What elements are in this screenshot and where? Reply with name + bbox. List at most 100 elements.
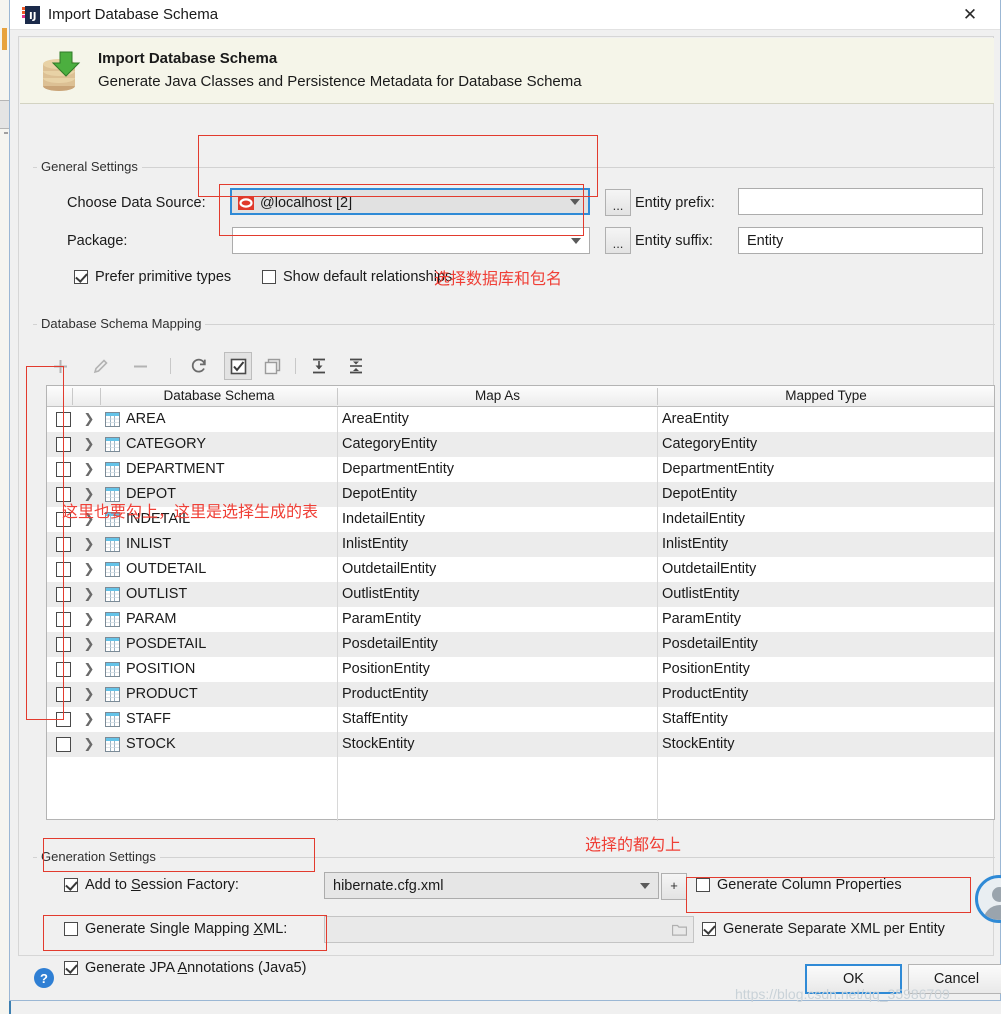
dialog-titlebar: IJ Import Database Schema ✕ (10, 0, 1000, 30)
row-mapped-type: InlistEntity (662, 536, 729, 552)
row-checkbox[interactable] (56, 562, 71, 577)
table-header-row: Database Schema Map As Mapped Type (47, 386, 994, 407)
column-header-map-as[interactable]: Map As (338, 386, 657, 406)
row-schema-name: CATEGORY (126, 436, 207, 452)
row-schema-name: INLIST (126, 536, 172, 552)
select-all-button[interactable] (224, 352, 252, 380)
general-settings-group-label: General Settings (37, 159, 142, 174)
collapse-all-button[interactable] (342, 352, 370, 380)
table-row[interactable]: ❯ STOCK StockEntity StockEntity (47, 732, 994, 757)
watermark: https://blog.csdn.net/qq_35986709 (735, 986, 950, 1002)
session-factory-file-combo[interactable]: hibernate.cfg.xml (324, 872, 659, 899)
folder-icon[interactable] (671, 923, 688, 940)
row-schema-name: OUTLIST (126, 586, 188, 602)
chevron-right-icon[interactable]: ❯ (81, 411, 97, 427)
row-checkbox[interactable] (56, 412, 71, 427)
data-source-browse-button[interactable]: ... (605, 189, 631, 216)
generation-settings-group-label: Generation Settings (37, 849, 160, 864)
row-checkbox[interactable] (56, 612, 71, 627)
refresh-button[interactable] (185, 352, 213, 380)
row-checkbox[interactable] (56, 462, 71, 477)
chevron-right-icon[interactable]: ❯ (81, 711, 97, 727)
table-row[interactable]: ❯ INLIST InlistEntity InlistEntity (47, 532, 994, 557)
chevron-right-icon[interactable]: ❯ (81, 536, 97, 552)
table-icon (105, 662, 120, 677)
svg-text:IJ: IJ (29, 11, 36, 22)
table-row[interactable]: ❯ OUTLIST OutlistEntity OutlistEntity (47, 582, 994, 607)
row-checkbox[interactable] (56, 712, 71, 727)
database-import-icon (40, 51, 84, 93)
table-row[interactable]: ❯ PRODUCT ProductEntity ProductEntity (47, 682, 994, 707)
deselect-all-button[interactable] (258, 352, 286, 380)
expand-all-button[interactable] (305, 352, 333, 380)
chevron-right-icon[interactable]: ❯ (81, 661, 97, 677)
package-browse-button[interactable]: ... (605, 227, 631, 254)
remove-button[interactable] (126, 352, 154, 380)
column-header-database-schema[interactable]: Database Schema (101, 386, 337, 406)
chevron-right-icon[interactable]: ❯ (81, 561, 97, 577)
general-settings-group-divider (33, 167, 995, 168)
avatar-head (992, 887, 1001, 902)
single-mapping-path-input[interactable] (324, 916, 694, 943)
close-icon[interactable]: ✕ (948, 0, 992, 30)
row-checkbox[interactable] (56, 637, 71, 652)
entity-suffix-input[interactable]: Entity (738, 227, 983, 254)
row-mapped-type: OutlistEntity (662, 586, 740, 602)
row-checkbox[interactable] (56, 587, 71, 602)
row-schema-name: STOCK (126, 736, 176, 752)
table-row[interactable]: ❯ AREA AreaEntity AreaEntity (47, 407, 994, 432)
row-map-as: IndetailEntity (342, 511, 426, 527)
row-checkbox[interactable] (56, 537, 71, 552)
row-schema-name: STAFF (126, 711, 171, 727)
prefer-primitive-types-checkbox[interactable]: Prefer primitive types (74, 269, 231, 285)
chevron-right-icon[interactable]: ❯ (81, 586, 97, 602)
row-checkbox[interactable] (56, 687, 71, 702)
row-map-as: AreaEntity (342, 411, 409, 427)
row-schema-name: DEPARTMENT (126, 461, 225, 477)
add-to-session-factory-checkbox[interactable]: Add to Session Factory: (64, 877, 239, 893)
row-map-as: PositionEntity (342, 661, 430, 677)
row-schema-name: PRODUCT (126, 686, 198, 702)
row-checkbox[interactable] (56, 662, 71, 677)
chevron-right-icon[interactable]: ❯ (81, 611, 97, 627)
table-row[interactable]: ❯ DEPARTMENT DepartmentEntity DepartmentEnt… (47, 457, 994, 482)
help-icon[interactable]: ? (34, 968, 54, 988)
table-icon (105, 637, 120, 652)
mapping-group-label: Database Schema Mapping (37, 316, 206, 331)
generate-single-mapping-xml-checkbox[interactable]: Generate Single Mapping XML: (64, 921, 287, 937)
row-map-as: ProductEntity (342, 686, 429, 702)
show-default-relationships-label: Show default relationships (283, 269, 453, 285)
generation-settings-group-divider (33, 857, 995, 858)
data-source-combo[interactable]: @localhost [2] (230, 188, 590, 215)
schema-mapping-table[interactable]: Database Schema Map As Mapped Type ❯ AREA… (46, 385, 995, 821)
chevron-right-icon[interactable]: ❯ (81, 686, 97, 702)
table-row[interactable]: ❯ PARAM ParamEntity ParamEntity (47, 607, 994, 632)
add-session-factory-button[interactable]: + (661, 873, 687, 900)
table-row[interactable]: ❯ OUTDETAIL OutdetailEntity OutdetailEntity (47, 557, 994, 582)
column-header-mapped-type[interactable]: Mapped Type (658, 386, 994, 406)
table-row[interactable]: ❯ STAFF StaffEntity StaffEntity (47, 707, 994, 732)
prefer-primitive-types-label: Prefer primitive types (95, 269, 232, 285)
chevron-right-icon[interactable]: ❯ (81, 461, 97, 477)
row-checkbox[interactable] (56, 737, 71, 752)
table-row[interactable]: ❯ POSDETAIL PosdetailEntity PosdetailEntity (47, 632, 994, 657)
chevron-right-icon[interactable]: ❯ (81, 636, 97, 652)
entity-prefix-input[interactable] (738, 188, 983, 215)
generate-separate-xml-checkbox[interactable]: Generate Separate XML per Entity (702, 921, 945, 937)
banner-title: Import Database Schema (98, 50, 278, 67)
chevron-right-icon[interactable]: ❯ (81, 736, 97, 752)
column-divider (72, 388, 73, 405)
row-schema-name: OUTDETAIL (126, 561, 207, 577)
show-default-relationships-checkbox[interactable]: Show default relationships (262, 269, 452, 285)
edit-button[interactable] (86, 352, 114, 380)
table-row[interactable]: ❯ POSITION PositionEntity PositionEntity (47, 657, 994, 682)
row-checkbox[interactable] (56, 437, 71, 452)
session-factory-file-value: hibernate.cfg.xml (333, 878, 444, 894)
package-combo[interactable] (232, 227, 590, 254)
annotation-choose-db-package: 选择数据库和包名 (434, 269, 563, 288)
add-button[interactable] (46, 352, 74, 380)
generate-column-properties-checkbox[interactable]: Generate Column Properties (696, 877, 902, 893)
chevron-right-icon[interactable]: ❯ (81, 436, 97, 452)
table-row[interactable]: ❯ CATEGORY CategoryEntity CategoryEntity (47, 432, 994, 457)
table-icon (105, 612, 120, 627)
